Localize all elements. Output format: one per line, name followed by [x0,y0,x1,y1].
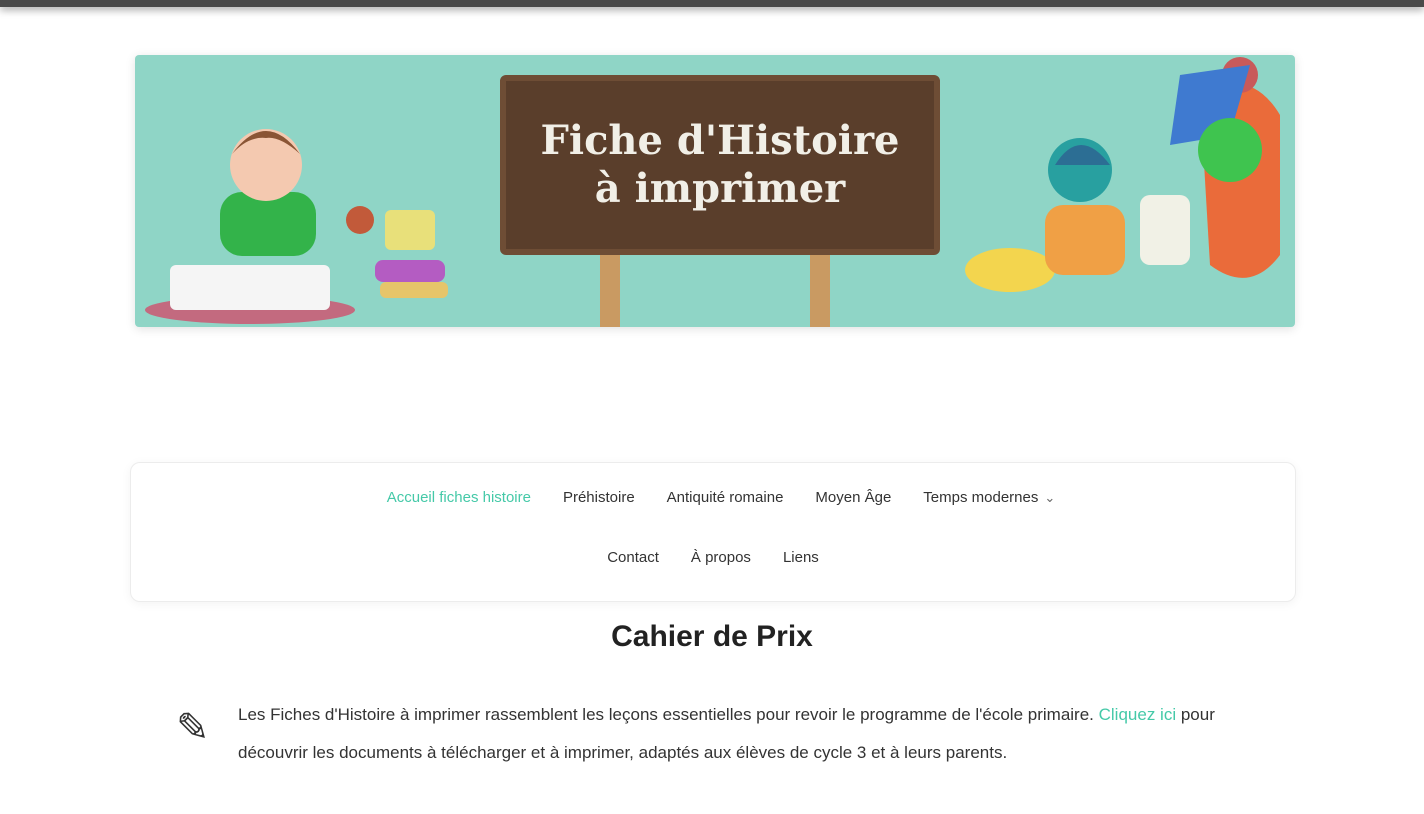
nav-row-secondary: Contact À propos Liens [131,543,1295,572]
nav-item-liens[interactable]: Liens [767,543,835,572]
intro-paragraph: Les Fiches d'Histoire à imprimer rassemb… [238,696,1258,772]
nav-item-antiquite[interactable]: Antiquité romaine [651,483,800,512]
nav-item-moyen-age[interactable]: Moyen Âge [799,483,907,512]
page-title: Cahier de Prix [611,620,813,653]
board-title-line-2: à imprimer [594,165,846,212]
nav-item-accueil[interactable]: Accueil fiches histoire [371,483,547,512]
intro-text-start: Les Fiches d'Histoire à imprimer rassemb… [238,705,1094,724]
nav-item-a-propos[interactable]: À propos [675,543,767,572]
pencil-quote-icon: ✎ [176,705,210,751]
main-navigation: Accueil fiches histoire Préhistoire Anti… [130,462,1296,602]
school-objects-illustration [965,57,1280,292]
nav-item-temps-modernes[interactable]: Temps modernes [907,483,1054,512]
nav-row-primary: Accueil fiches histoire Préhistoire Anti… [131,483,1295,512]
header-banner: Fiche d'Histoire à imprimer [135,55,1295,327]
top-shadow-bar [0,0,1424,7]
nav-item-prehistoire[interactable]: Préhistoire [547,483,651,512]
board-title-line-1: Fiche d'Histoire [540,117,900,164]
kid-reading-illustration [145,129,448,324]
intro-link[interactable]: Cliquez ici [1099,705,1176,724]
nav-item-contact[interactable]: Contact [591,543,675,572]
chalkboard: Fiche d'Histoire à imprimer [500,65,940,327]
chevron-down-icon[interactable]: ⌄ [1044,490,1055,506]
